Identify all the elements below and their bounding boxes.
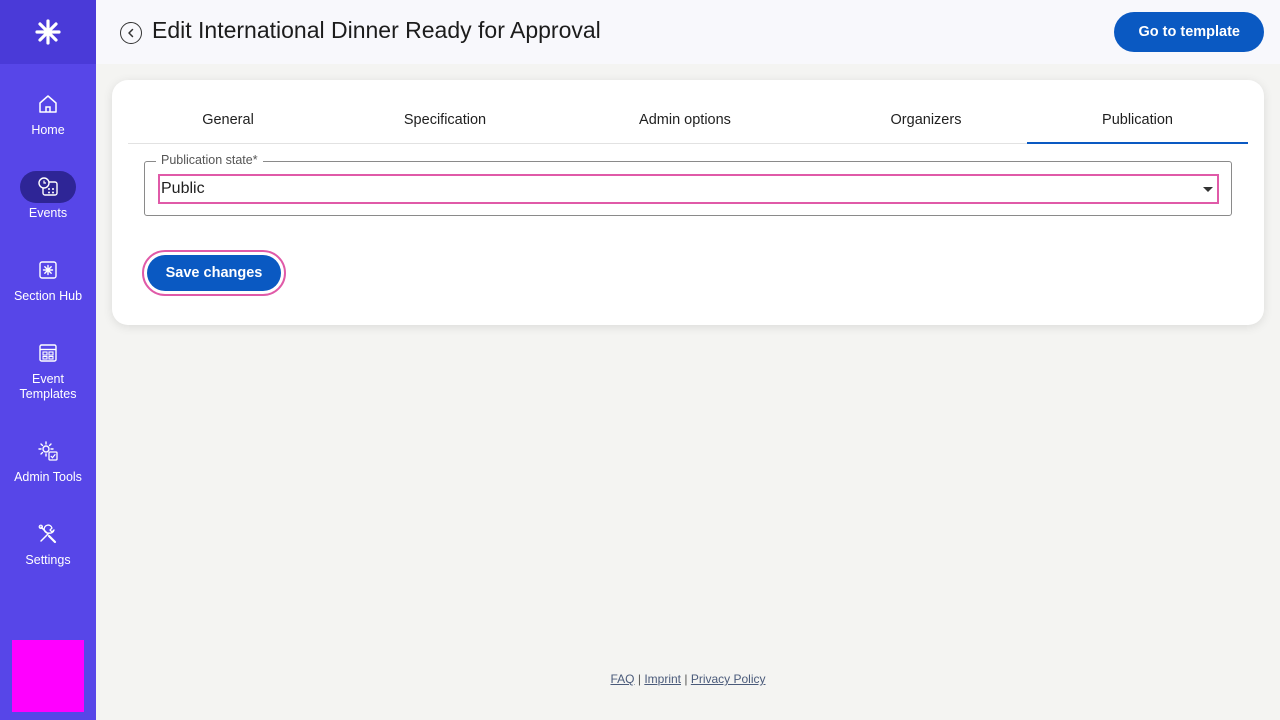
sidebar-item-label: Section Hub	[13, 289, 83, 303]
back-button[interactable]	[120, 22, 142, 44]
publication-state-field: Publication state* Public	[144, 153, 1232, 216]
publication-state-label: Publication state*	[156, 153, 263, 167]
sidebar: Home Events Section Hub Event Templates …	[0, 0, 96, 720]
footer-separator: |	[637, 672, 641, 686]
save-button-focus-ring: Save changes	[142, 250, 286, 296]
tab-admin-options[interactable]: Admin options	[620, 96, 750, 144]
footer-separator: |	[684, 672, 688, 686]
footer: FAQ | Imprint | Privacy Policy	[96, 672, 1280, 686]
settings-icon	[20, 518, 76, 550]
sidebar-item-section-hub[interactable]: Section Hub	[0, 254, 96, 304]
sidebar-item-settings[interactable]: Settings	[0, 518, 96, 568]
section-hub-icon	[20, 254, 76, 286]
publication-state-select[interactable]: Public	[158, 174, 1219, 204]
sidebar-item-label: Home	[31, 123, 65, 137]
templates-icon	[20, 337, 76, 369]
caret-down-icon	[1203, 187, 1213, 192]
tab-bar: General Specification Admin options Orga…	[128, 96, 1248, 144]
edit-event-card: General Specification Admin options Orga…	[112, 80, 1264, 325]
go-to-template-button[interactable]: Go to template	[1114, 12, 1264, 52]
events-icon	[20, 171, 76, 203]
sidebar-item-label: Events	[28, 206, 68, 220]
sidebar-item-admin-tools[interactable]: Admin Tools	[0, 435, 96, 485]
app-logo[interactable]	[0, 0, 96, 64]
asterisk-logo-icon	[35, 19, 61, 45]
privacy-policy-link[interactable]: Privacy Policy	[691, 672, 766, 686]
sidebar-item-label: Event Templates	[19, 372, 77, 401]
imprint-link[interactable]: Imprint	[644, 672, 681, 686]
sidebar-item-label: Admin Tools	[14, 470, 82, 484]
chevron-left-icon	[128, 28, 134, 38]
tab-specification[interactable]: Specification	[385, 96, 505, 144]
avatar[interactable]	[12, 640, 84, 712]
sidebar-item-home[interactable]: Home	[0, 88, 96, 138]
tab-general[interactable]: General	[168, 96, 288, 144]
tab-publication[interactable]: Publication	[1027, 96, 1248, 144]
tab-organizers[interactable]: Organizers	[866, 96, 986, 144]
sidebar-item-events[interactable]: Events	[0, 171, 96, 221]
page-header: Edit International Dinner Ready for Appr…	[96, 0, 1280, 64]
page-title: Edit International Dinner Ready for Appr…	[152, 17, 601, 43]
admin-tools-icon	[20, 435, 76, 467]
home-icon	[20, 88, 76, 120]
save-changes-button[interactable]: Save changes	[147, 255, 281, 291]
faq-link[interactable]: FAQ	[610, 672, 634, 686]
sidebar-item-label: Settings	[25, 553, 71, 567]
sidebar-item-event-templates[interactable]: Event Templates	[0, 337, 96, 402]
publication-state-value: Public	[161, 180, 205, 197]
